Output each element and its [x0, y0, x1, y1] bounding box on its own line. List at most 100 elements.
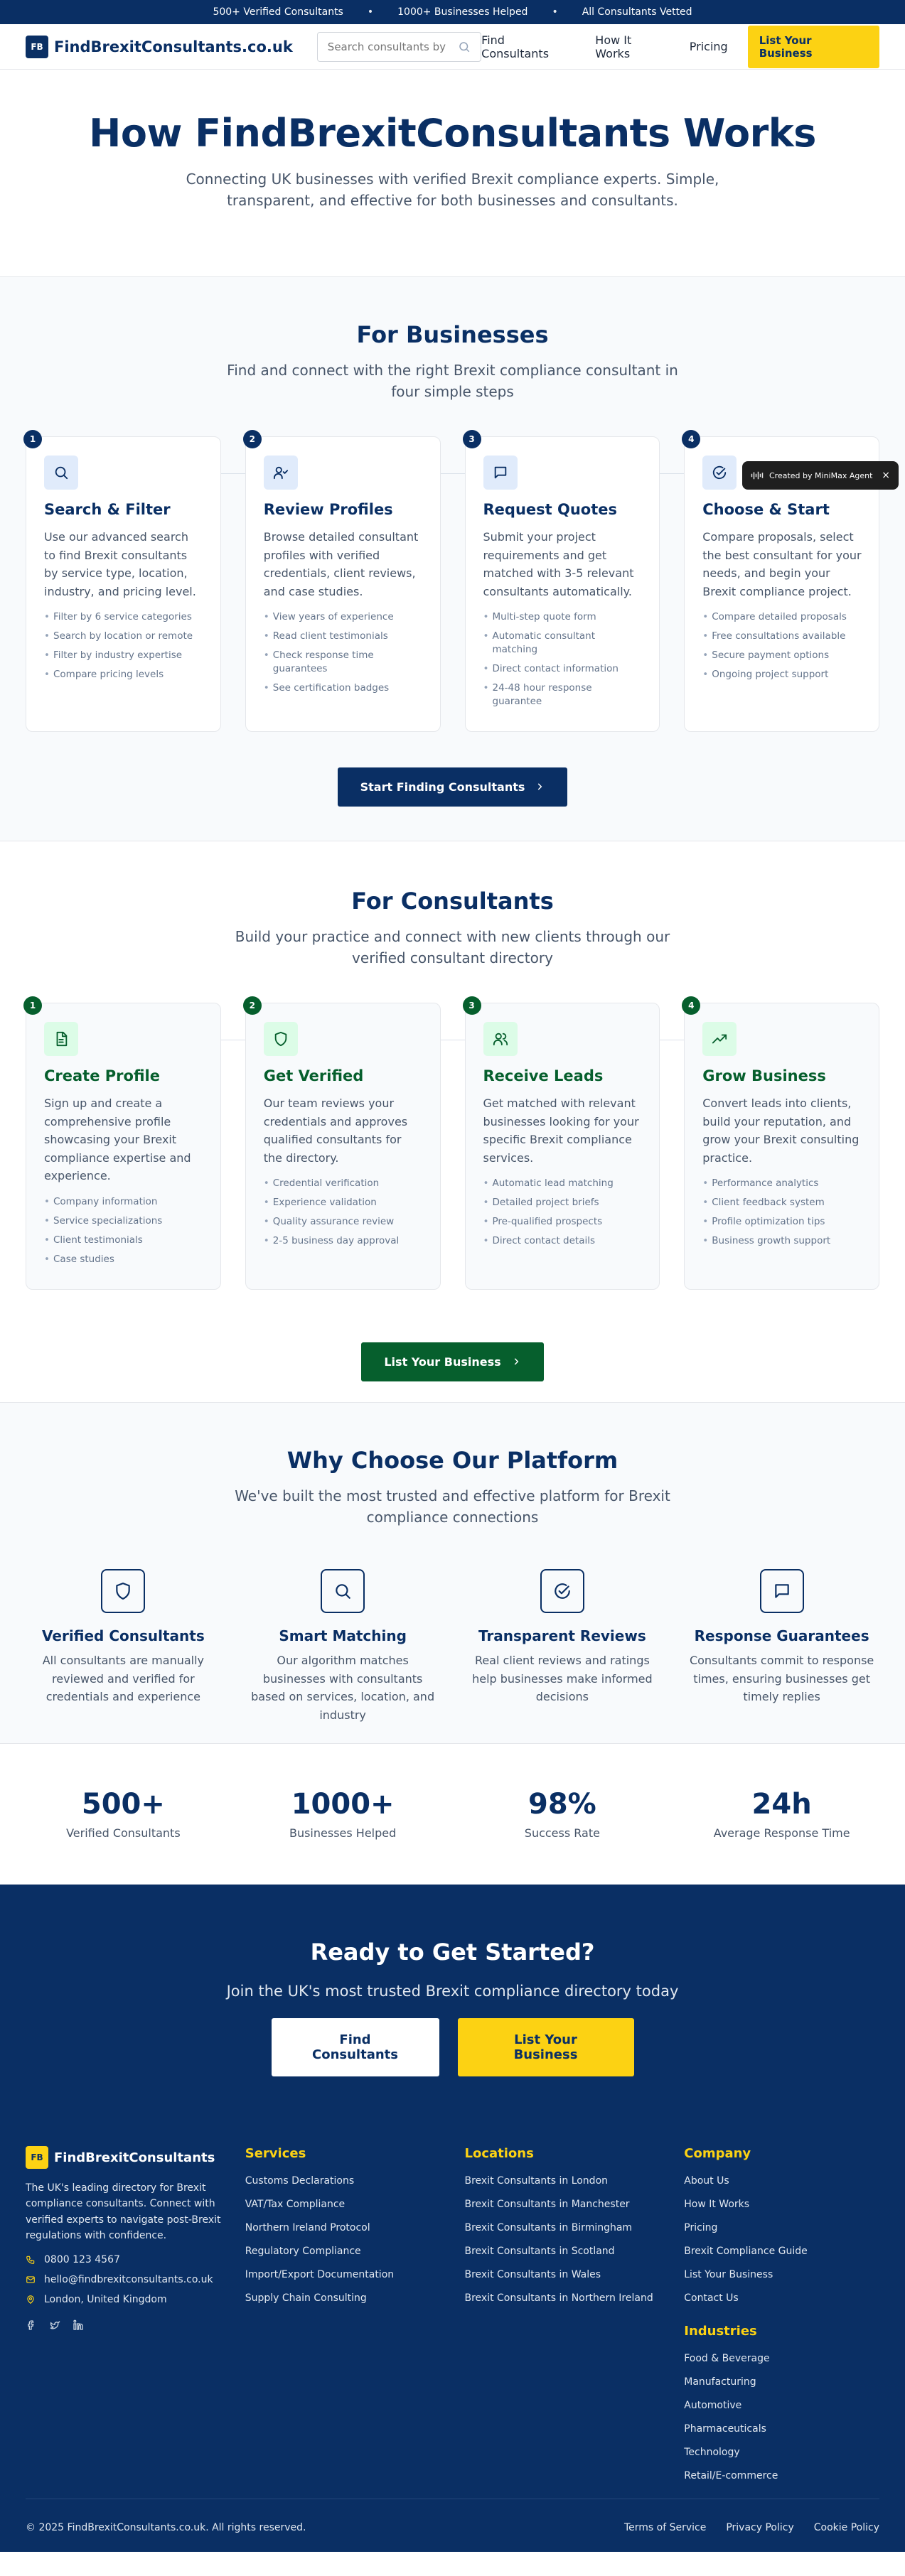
nav-link-pricing[interactable]: Pricing [690, 40, 728, 53]
step-description: Get matched with relevant businesses loo… [483, 1096, 639, 1165]
step-number: 4 [682, 996, 701, 1015]
footer-link[interactable]: Food & Beverage [684, 2353, 879, 2364]
step-bullet: Compare detailed proposals [702, 610, 862, 624]
mail-icon [26, 2275, 35, 2283]
icon-box [44, 456, 78, 490]
footer-logo[interactable]: FB FindBrexitConsultants [26, 2146, 221, 2169]
logo-text: FindBrexitConsultants.co.uk [54, 38, 293, 55]
footer-description: The UK's leading directory for Brexit co… [26, 2182, 221, 2242]
step-number: 3 [462, 430, 481, 448]
stat-item: 24h Average Response Time [684, 1788, 879, 1840]
consultants-section: For Consultants Build your practice and … [0, 841, 905, 1403]
stat-value: 500+ [81, 1788, 165, 1821]
icon-box [44, 1022, 78, 1056]
stat-item: 500+ Verified Consultants [26, 1788, 221, 1840]
footer-link[interactable]: Technology [684, 2447, 879, 2458]
step-number: 2 [242, 996, 262, 1015]
footer-link[interactable]: Import/Export Documentation [245, 2269, 441, 2280]
step-description: Compare proposals, select the best consu… [702, 530, 862, 598]
footer-link[interactable]: How It Works [684, 2199, 879, 2210]
footer-link[interactable]: Brexit Consultants in Scotland [465, 2246, 660, 2257]
find-consultants-button[interactable]: Find Consultants [271, 2018, 439, 2076]
step-title: Choose & Start [702, 501, 830, 518]
contact-email[interactable]: hello@findbrexitconsultants.co.uk [26, 2274, 221, 2285]
footer-link[interactable]: Regulatory Compliance [245, 2246, 441, 2257]
list-your-business-button[interactable]: List Your Business [361, 1342, 544, 1381]
logo-mark: FB [26, 35, 48, 58]
nav-link-find-consultants[interactable]: Find Consultants [481, 33, 575, 60]
footer-link[interactable]: About Us [684, 2175, 879, 2187]
stat-value: 1000+ [291, 1788, 395, 1821]
search-icon [55, 466, 68, 480]
feature-title: Smart Matching [279, 1627, 407, 1644]
step-card: 2 Get Verified Our team reviews your crede… [242, 996, 441, 1290]
shield-icon [274, 1031, 287, 1047]
step-bullet: Experience validation [264, 1196, 423, 1209]
step-title: Create Profile [44, 1067, 160, 1084]
step-bullet: Quality assurance review [264, 1215, 423, 1229]
footer-link[interactable]: Brexit Consultants in Birmingham [465, 2222, 660, 2233]
footer-link[interactable]: Brexit Consultants in Manchester [465, 2199, 660, 2210]
step-bullet: Company information [44, 1195, 203, 1209]
twitter-icon[interactable] [48, 2319, 61, 2331]
message-icon [494, 466, 506, 479]
search-icon[interactable] [458, 41, 471, 53]
footer-link[interactable]: Retail/E-commerce [684, 2470, 879, 2481]
list-your-business-button[interactable]: List Your Business [457, 2018, 634, 2076]
footer-link[interactable]: Pricing [684, 2222, 879, 2233]
footer-link[interactable]: Brexit Consultants in London [465, 2175, 660, 2187]
linkedin-icon[interactable] [73, 2319, 84, 2331]
stats-section: 500+ Verified Consultants 1000+ Businesses … [0, 1744, 905, 1885]
privacy-link[interactable]: Privacy Policy [726, 2522, 793, 2533]
logo-mark: FB [26, 2146, 48, 2169]
stat-label: Average Response Time [713, 1826, 850, 1840]
footer-heading: Industries [684, 2324, 757, 2339]
step-bullet: Automatic consultant matching [483, 630, 643, 657]
search-input[interactable] [327, 40, 449, 53]
phone-icon [26, 2256, 35, 2264]
step-title: Search & Filter [44, 501, 171, 518]
footer-link[interactable]: Brexit Consultants in Northern Ireland [465, 2292, 660, 2304]
step-bullet: Ongoing project support [702, 668, 862, 681]
shield-icon [116, 1583, 131, 1600]
step-bullet: Check response time guarantees [264, 649, 423, 676]
step-bullet: Business growth support [702, 1234, 862, 1248]
cookie-link[interactable]: Cookie Policy [814, 2522, 879, 2533]
search-icon [336, 1584, 350, 1599]
step-bullet: Compare pricing levels [44, 668, 203, 681]
list-business-button[interactable]: List Your Business [747, 25, 879, 68]
contact-phone[interactable]: 0800 123 4567 [26, 2254, 221, 2265]
logo-text: FindBrexitConsultants [54, 2150, 215, 2165]
footer-link[interactable]: List Your Business [684, 2269, 879, 2280]
footer-link[interactable]: VAT/Tax Compliance [245, 2199, 441, 2210]
section-title: Why Choose Our Platform [287, 1447, 618, 1474]
terms-link[interactable]: Terms of Service [624, 2522, 706, 2533]
step-number: 4 [682, 430, 701, 448]
close-icon[interactable]: × [882, 470, 890, 481]
phone-text: 0800 123 4567 [44, 2253, 120, 2265]
footer-link[interactable]: Supply Chain Consulting [245, 2292, 441, 2304]
footer-link[interactable]: Manufacturing [684, 2376, 879, 2388]
announcement-bar: 500+ Verified Consultants • 1000+ Busine… [0, 0, 905, 24]
footer-link[interactable]: Pharmaceuticals [684, 2423, 879, 2435]
agent-badge-text: Created by MiniMax Agent [769, 470, 873, 480]
start-finding-button[interactable]: Start Finding Consultants [337, 767, 568, 807]
step-number: 1 [23, 996, 42, 1015]
site-logo[interactable]: FB FindBrexitConsultants.co.uk [26, 35, 293, 58]
feature-description: Real client reviews and ratings help bus… [472, 1654, 653, 1704]
footer-heading: Company [684, 2146, 751, 2161]
footer-link[interactable]: Northern Ireland Protocol [245, 2222, 441, 2233]
footer-link[interactable]: Brexit Consultants in Wales [465, 2269, 660, 2280]
step-bullet: Filter by 6 service categories [44, 610, 203, 624]
step-title: Grow Business [702, 1067, 826, 1084]
feature-card: Smart Matching Our algorithm matches busi… [245, 1569, 441, 1724]
hero-subtitle: Connecting UK businesses with verified B… [186, 171, 719, 209]
footer-link[interactable]: Automotive [684, 2400, 879, 2411]
footer-link[interactable]: Customs Declarations [245, 2175, 441, 2187]
footer-link[interactable]: Contact Us [684, 2292, 879, 2304]
stat-item: 1000+ Businesses Helped [245, 1788, 441, 1840]
footer-link[interactable]: Brexit Compliance Guide [684, 2246, 879, 2257]
facebook-icon[interactable] [26, 2319, 37, 2331]
nav-link-how-it-works[interactable]: How It Works [595, 33, 669, 60]
stat-label: Businesses Helped [289, 1826, 397, 1840]
